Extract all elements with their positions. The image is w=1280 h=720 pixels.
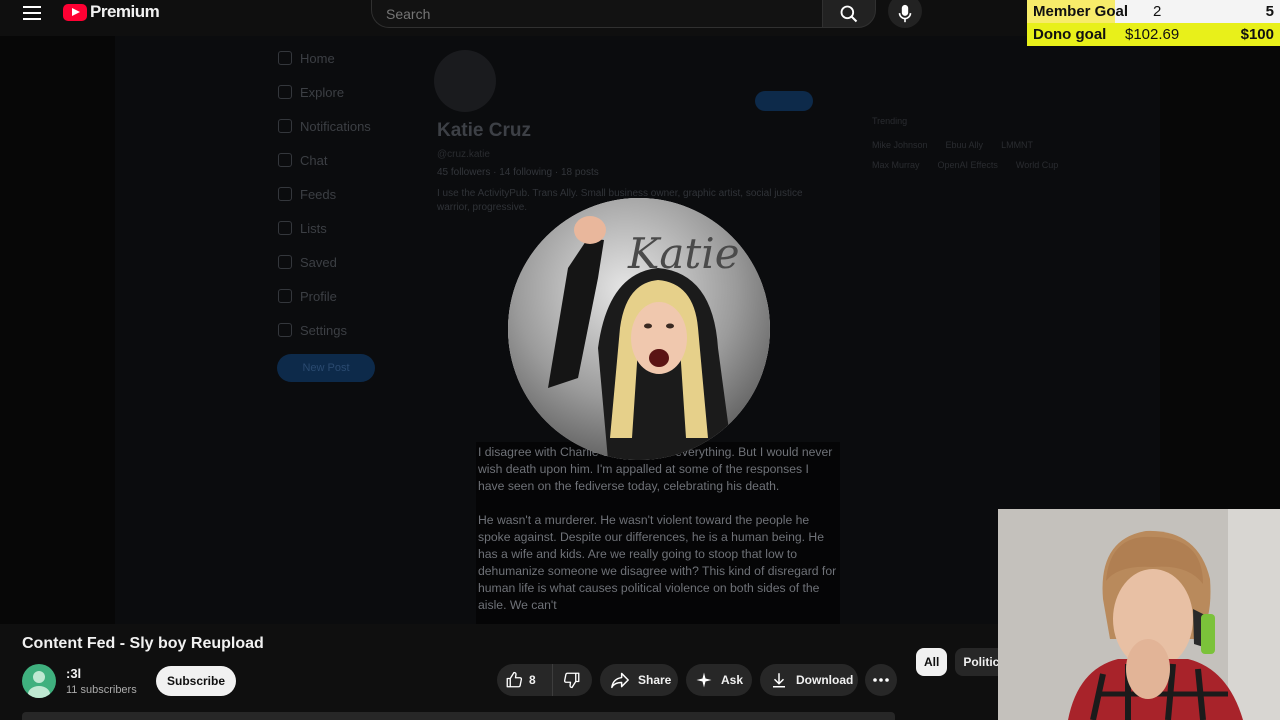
- new-post-button: New Post: [277, 354, 375, 382]
- more-horizontal-icon: [873, 678, 889, 682]
- premium-label: Premium: [90, 2, 160, 21]
- search-input[interactable]: [372, 0, 823, 27]
- like-button[interactable]: 8: [497, 664, 553, 696]
- share-icon: [611, 672, 629, 689]
- like-count: 8: [529, 673, 536, 687]
- nav-home: Home: [278, 41, 371, 75]
- profile-avatar-small: [434, 50, 496, 112]
- trending-panel: Trending Mike Johnson Ebuu Ally LMMNT Ma…: [872, 116, 1072, 170]
- trend-tag: Mike Johnson: [872, 140, 928, 150]
- youtube-watch-page: Premium Member Goal 2 5 Dono goal $102.6…: [0, 0, 1280, 720]
- trend-tag: Ebuu Ally: [945, 140, 984, 150]
- profile-name: Katie Cruz: [437, 120, 531, 141]
- more-actions-button[interactable]: [865, 664, 897, 696]
- profile-stats: 45 followers · 14 following · 18 posts: [437, 167, 599, 178]
- dislike-button[interactable]: [553, 664, 591, 696]
- settings-icon: [278, 323, 292, 337]
- user-silhouette-icon: [28, 671, 50, 698]
- sparkle-icon: [696, 672, 712, 688]
- thumbs-down-icon: [563, 672, 580, 689]
- nav-chat: Chat: [278, 143, 371, 177]
- post-paragraph: He wasn't a murderer. He wasn't violent …: [478, 513, 837, 612]
- photo-signature: Katie: [627, 229, 740, 278]
- chip-all[interactable]: All: [916, 648, 948, 676]
- profile-icon: [278, 289, 292, 303]
- nav-feeds: Feeds: [278, 177, 371, 211]
- home-icon: [278, 51, 292, 65]
- related-filter-chips: All Politic: [916, 648, 1008, 676]
- trend-tag: OpenAI Effects: [937, 160, 998, 170]
- search-icon: [840, 5, 858, 23]
- social-side-nav: Home Explore Notifications Chat Feeds Li…: [278, 41, 371, 347]
- member-goal-progress: [1115, 0, 1280, 23]
- description-box-edge: [22, 712, 895, 720]
- download-icon: [773, 673, 785, 688]
- like-dislike-group: 8: [497, 664, 592, 696]
- hash-icon: [278, 187, 292, 201]
- bookmark-icon: [278, 255, 292, 269]
- profile-photo: Katie: [508, 198, 770, 460]
- trend-tag: LMMNT: [1001, 140, 1034, 150]
- nav-notifications: Notifications: [278, 109, 371, 143]
- trend-tag: World Cup: [1015, 160, 1059, 170]
- stream-goals-overlay: Member Goal 2 5 Dono goal $102.69 $100: [1027, 0, 1280, 46]
- dono-goal: Dono goal $102.69 $100: [1027, 23, 1280, 46]
- download-button[interactable]: Download: [760, 664, 858, 696]
- dono-goal-target: $100: [1240, 26, 1274, 43]
- member-goal-label: Member Goal: [1033, 3, 1129, 20]
- subscriber-count: 11 subscribers: [66, 684, 137, 696]
- share-button[interactable]: Share: [600, 664, 678, 696]
- youtube-play-icon: [63, 3, 87, 21]
- profile-handle: @cruz.katie: [437, 149, 490, 160]
- nav-lists: Lists: [278, 211, 371, 245]
- channel-avatar[interactable]: [22, 664, 56, 698]
- protester-photo-illustration: Katie: [508, 198, 770, 460]
- trend-tag: Max Murray: [872, 160, 920, 170]
- nav-explore: Explore: [278, 75, 371, 109]
- menu-icon[interactable]: [20, 2, 44, 24]
- channel-name[interactable]: :3l: [66, 666, 81, 681]
- member-goal-target: 5: [1265, 3, 1274, 20]
- dono-goal-label: Dono goal: [1033, 26, 1107, 43]
- member-goal-current: 2: [1153, 3, 1162, 20]
- nav-saved: Saved: [278, 245, 371, 279]
- trending-label: Trending: [872, 116, 908, 126]
- post-text-overlay: I disagree with Charlie on just about ev…: [476, 442, 840, 624]
- video-title: Content Fed - Sly boy Reupload: [22, 635, 264, 652]
- search-button[interactable]: [822, 0, 876, 28]
- member-goal: Member Goal 2 5: [1027, 0, 1280, 23]
- streamer-illustration: [998, 509, 1280, 720]
- bell-icon: [278, 119, 292, 133]
- download-label: Download: [796, 673, 854, 687]
- ask-button[interactable]: Ask: [686, 664, 752, 696]
- nav-settings: Settings: [278, 313, 371, 347]
- explore-icon: [278, 85, 292, 99]
- voice-search-button[interactable]: [888, 0, 922, 28]
- ask-label: Ask: [721, 673, 744, 687]
- subscribe-button[interactable]: Subscribe: [156, 666, 236, 696]
- list-icon: [278, 221, 292, 235]
- youtube-logo[interactable]: Premium: [63, 2, 160, 22]
- follow-button: [755, 91, 813, 111]
- search-box: [371, 0, 823, 28]
- dono-goal-current: $102.69: [1125, 26, 1180, 43]
- thumbs-up-icon: [506, 671, 523, 688]
- share-label: Share: [638, 673, 672, 687]
- nav-profile: Profile: [278, 279, 371, 313]
- chat-icon: [278, 153, 292, 167]
- microphone-icon: [898, 4, 912, 23]
- video-info-panel: Content Fed - Sly boy Reupload :3l 11 su…: [0, 624, 1000, 720]
- streamer-webcam: [998, 509, 1280, 720]
